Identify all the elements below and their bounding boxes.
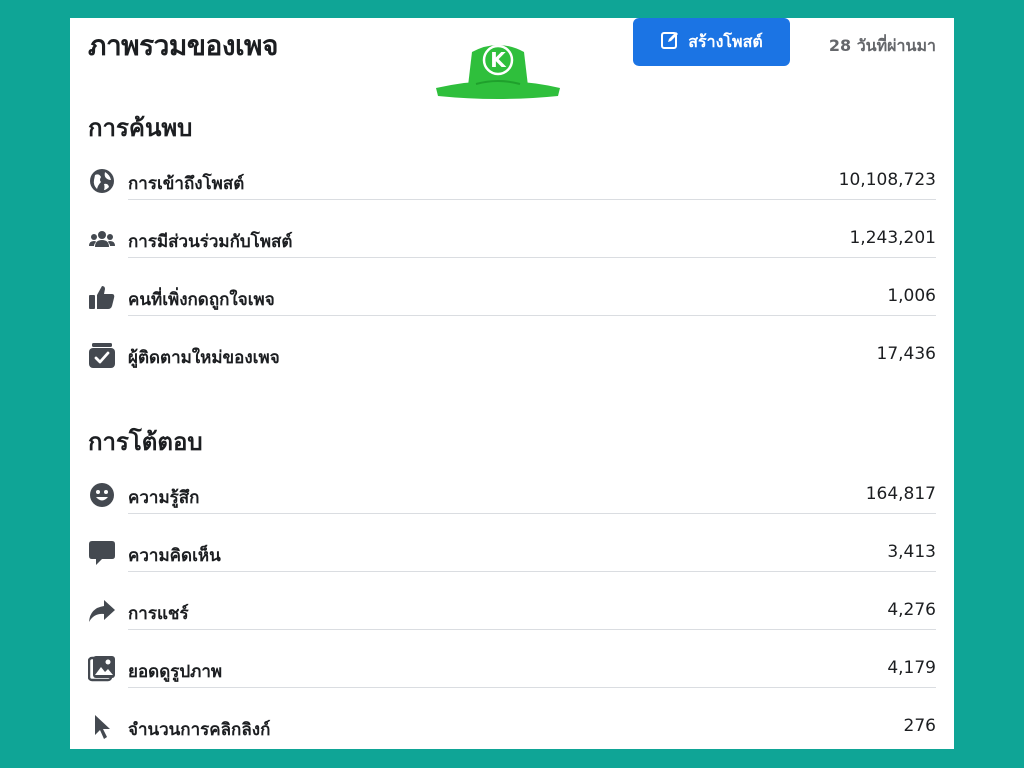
metric-value: 164,817 bbox=[865, 484, 936, 504]
thumbs-up-icon bbox=[88, 283, 116, 311]
metric-row[interactable]: จำนวนการคลิกลิงก์ 276 bbox=[88, 710, 936, 750]
row-divider bbox=[128, 199, 936, 200]
photo-icon bbox=[88, 655, 116, 683]
page-title: ภาพรวมของเพจ bbox=[88, 29, 278, 62]
metric-value: 1,243,201 bbox=[849, 228, 936, 248]
metric-label: ความรู้สึก bbox=[128, 488, 200, 508]
row-divider bbox=[128, 629, 936, 630]
cursor-icon bbox=[88, 713, 116, 741]
section-title-interactions: การโต้ตอบ bbox=[88, 428, 203, 456]
smiley-icon bbox=[88, 481, 116, 509]
metric-row[interactable]: การเข้าถึงโพสต์ 10,108,723 bbox=[88, 164, 936, 204]
metric-value: 1,006 bbox=[887, 286, 936, 306]
row-divider bbox=[128, 315, 936, 316]
metric-label: คนที่เพิ่งกดถูกใจเพจ bbox=[128, 290, 275, 310]
metric-label: ผู้ติดตามใหม่ของเพจ bbox=[128, 348, 280, 368]
metric-label: การแชร์ bbox=[128, 604, 189, 624]
metric-label: ยอดดูรูปภาพ bbox=[128, 662, 223, 682]
metric-row[interactable]: ความคิดเห็น 3,413 bbox=[88, 536, 936, 576]
metric-value: 4,179 bbox=[887, 658, 936, 678]
edit-icon bbox=[660, 30, 680, 54]
share-icon bbox=[88, 597, 116, 625]
create-post-button[interactable]: สร้างโพสต์ bbox=[633, 18, 790, 66]
metric-label: จำนวนการคลิกลิงก์ bbox=[128, 720, 271, 740]
metric-label: การเข้าถึงโพสต์ bbox=[128, 174, 245, 194]
globe-icon bbox=[88, 167, 116, 195]
metric-row[interactable]: การแชร์ 4,276 bbox=[88, 594, 936, 634]
metric-row[interactable]: คนที่เพิ่งกดถูกใจเพจ 1,006 bbox=[88, 280, 936, 320]
create-post-label: สร้างโพสต์ bbox=[688, 31, 763, 51]
date-range-selector[interactable]: 28 วันที่ผ่านมา bbox=[829, 34, 936, 59]
logo-letter: K bbox=[490, 48, 507, 72]
row-divider bbox=[128, 513, 936, 514]
metric-row[interactable]: การมีส่วนร่วมกับโพสต์ 1,243,201 bbox=[88, 222, 936, 262]
metric-value: 4,276 bbox=[887, 600, 936, 620]
row-divider bbox=[128, 257, 936, 258]
metric-value: 3,413 bbox=[887, 542, 936, 562]
metric-value: 10,108,723 bbox=[838, 170, 936, 190]
metric-label: การมีส่วนร่วมกับโพสต์ bbox=[128, 232, 293, 252]
metric-row[interactable]: ยอดดูรูปภาพ 4,179 bbox=[88, 652, 936, 692]
comment-icon bbox=[88, 539, 116, 567]
metric-value: 17,436 bbox=[876, 344, 936, 364]
section-title-discovery: การค้นพบ bbox=[88, 114, 193, 142]
follow-check-icon bbox=[88, 341, 116, 369]
metric-label: ความคิดเห็น bbox=[128, 546, 221, 566]
row-divider bbox=[128, 571, 936, 572]
page-overview-panel: ภาพรวมของเพจ K สร้างโพสต์ 28 วันที่ผ่านม… bbox=[70, 18, 954, 749]
hat-logo: K bbox=[432, 38, 564, 108]
metric-row[interactable]: ผู้ติดตามใหม่ของเพจ 17,436 bbox=[88, 338, 936, 378]
metric-value: 276 bbox=[903, 716, 936, 736]
people-icon bbox=[88, 225, 116, 253]
row-divider bbox=[128, 687, 936, 688]
metric-row[interactable]: ความรู้สึก 164,817 bbox=[88, 478, 936, 518]
